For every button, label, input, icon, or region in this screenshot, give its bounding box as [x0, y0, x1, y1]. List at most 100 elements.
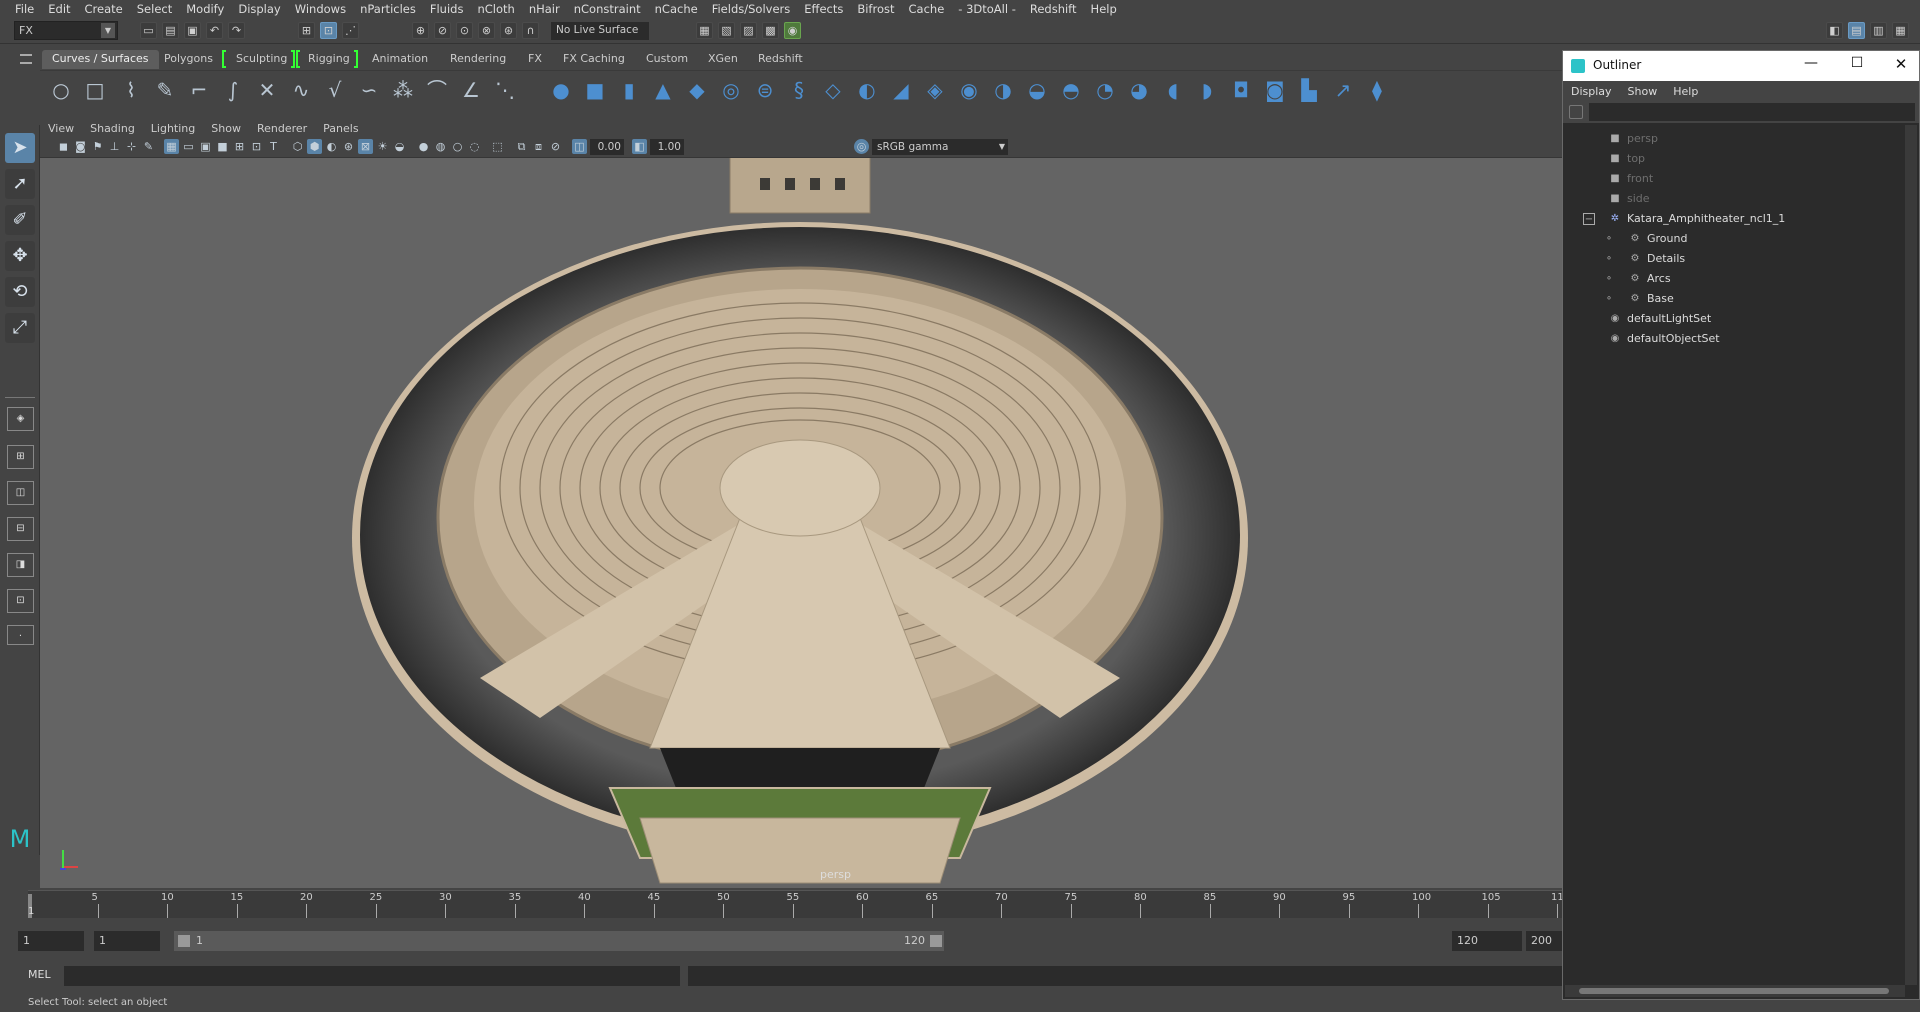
insert-isoparm-icon[interactable]: ◙	[1262, 77, 1288, 103]
gate-mask-icon[interactable]: ■	[215, 139, 230, 154]
select-hierarchy-icon[interactable]: ⊞	[298, 22, 315, 39]
shadows-icon[interactable]: ◒	[392, 139, 407, 154]
close-icon[interactable]: ✕	[1891, 55, 1911, 75]
outliner-vertical-scrollbar[interactable]	[1905, 125, 1917, 985]
square-surface-icon[interactable]: ◑	[990, 77, 1016, 103]
select-tool-icon[interactable]: ➤	[5, 133, 35, 163]
detach-curve-icon[interactable]: √	[322, 77, 348, 103]
bezier-curve-icon[interactable]: ⌐	[186, 77, 212, 103]
filter-icon[interactable]	[1569, 105, 1583, 119]
xray-joints-icon[interactable]: ⧈	[531, 139, 546, 154]
multisample-aa-icon[interactable]: ○	[450, 139, 465, 154]
bookmark-icon[interactable]: ⚑	[90, 139, 105, 154]
menu-windows[interactable]: Windows	[288, 2, 353, 16]
tab-animation[interactable]: Animation	[362, 50, 438, 69]
nurbs-torus-icon[interactable]: ◎	[718, 77, 744, 103]
attribute-editor-icon[interactable]: ▦	[1892, 22, 1909, 39]
outliner-item[interactable]: ■ front	[1563, 169, 1903, 189]
nurbs-cylinder-icon[interactable]: ▮	[616, 77, 642, 103]
persp-outliner-layout-icon[interactable]: ⊟	[7, 517, 34, 541]
outliner-menu-display[interactable]: Display	[1563, 85, 1620, 98]
magnet-icon[interactable]: ∩	[522, 22, 539, 39]
time-slider[interactable]: 1 5 10 15 20 25 30 35 40 45 50 55 60 65 70 75 80 85 90 95 1…	[0, 888, 1570, 924]
outliner-item[interactable]: ∘ ⚙ Arcs	[1563, 269, 1903, 289]
extrude-icon[interactable]: ◐	[854, 77, 880, 103]
tab-xgen[interactable]: XGen	[698, 50, 748, 69]
revolve-icon[interactable]: ⊜	[752, 77, 778, 103]
textured-icon[interactable]: ⊠	[358, 139, 373, 154]
menu-cache[interactable]: Cache	[902, 2, 952, 16]
loft-icon[interactable]: §	[786, 77, 812, 103]
hypershade-icon[interactable]: ◉	[784, 22, 801, 39]
boundary-icon[interactable]: ◉	[956, 77, 982, 103]
xray-icon[interactable]: ⧉	[514, 139, 529, 154]
attach-surface-icon[interactable]: ◗	[1194, 77, 1220, 103]
perspective-viewport[interactable]: persp	[40, 158, 1563, 888]
rotate-tool-icon[interactable]: ⟲	[5, 277, 35, 307]
safe-title-icon[interactable]: T	[266, 139, 281, 154]
menu-help[interactable]: Help	[1084, 2, 1124, 16]
minimize-icon[interactable]: —	[1801, 55, 1821, 75]
outliner-item[interactable]: ∘ ⚙ Base	[1563, 289, 1903, 309]
film-gate-icon[interactable]: ▭	[181, 139, 196, 154]
grid-icon[interactable]: ▦	[164, 139, 179, 154]
snap-view-icon[interactable]: ⊗	[478, 22, 495, 39]
snap-point-icon[interactable]: ⊙	[456, 22, 473, 39]
menu-nhair[interactable]: nHair	[522, 2, 567, 16]
outliner-item[interactable]: ■ side	[1563, 189, 1903, 209]
viewport-menu-renderer[interactable]: Renderer	[249, 122, 315, 135]
select-camera-icon[interactable]: ◼	[56, 139, 71, 154]
depth-of-field-icon[interactable]: ◌	[467, 139, 482, 154]
menu-nconstraint[interactable]: nConstraint	[567, 2, 648, 16]
modeling-toolkit-icon[interactable]: ▤	[1848, 22, 1865, 39]
extend-curve-icon[interactable]: ⁂	[390, 77, 416, 103]
menu-redshift[interactable]: Redshift	[1023, 2, 1084, 16]
safe-action-icon[interactable]: ⊡	[249, 139, 264, 154]
range-start-handle[interactable]	[178, 935, 190, 947]
color-management-icon[interactable]: ◎	[854, 139, 869, 154]
nurbs-cone-icon[interactable]: ▲	[650, 77, 676, 103]
intersect-surface-icon[interactable]: ◔	[1092, 77, 1118, 103]
birail-icon[interactable]: ◢	[888, 77, 914, 103]
outliner-item[interactable]: ■ top	[1563, 149, 1903, 169]
camera-attributes-icon[interactable]: ◙	[73, 139, 88, 154]
viewport-menu-shading[interactable]: Shading	[82, 122, 143, 135]
project-curve-icon[interactable]: ◓	[1058, 77, 1084, 103]
trim-tool-icon[interactable]: ◕	[1126, 77, 1152, 103]
four-view-layout-icon[interactable]: ⊞	[7, 445, 34, 469]
save-scene-icon[interactable]: ▣	[184, 22, 201, 39]
sign-in-icon[interactable]: ◧	[1826, 22, 1843, 39]
gamma-field[interactable]: 1.00	[650, 139, 684, 155]
start-time-field[interactable]: 1	[18, 931, 84, 951]
two-view-layout-icon[interactable]: ◫	[7, 481, 34, 505]
2d-pan-zoom-icon[interactable]: ⊹	[124, 139, 139, 154]
outliner-search-input[interactable]	[1589, 103, 1915, 121]
snap-grid-icon[interactable]: ⊕	[412, 22, 429, 39]
tab-fx-caching[interactable]: FX Caching	[553, 50, 635, 69]
select-object-icon[interactable]: ⊡	[320, 22, 337, 39]
bevel-plus-icon[interactable]: ◈	[922, 77, 948, 103]
attach-curve-icon[interactable]: ∿	[288, 77, 314, 103]
script-language-label[interactable]: MEL	[28, 966, 51, 984]
cv-curve-icon[interactable]: ∫	[220, 77, 246, 103]
snap-surface-icon[interactable]: ⊛	[500, 22, 517, 39]
move-tool-icon[interactable]: ✥	[5, 241, 35, 271]
resolution-gate-icon[interactable]: ▣	[198, 139, 213, 154]
menu-set-selector[interactable]: FX ▼	[14, 21, 118, 40]
menu-modify[interactable]: Modify	[179, 2, 231, 16]
lasso-tool-icon[interactable]: ➚	[5, 169, 35, 199]
open-scene-icon[interactable]: ▤	[162, 22, 179, 39]
maximize-icon[interactable]: ☐	[1847, 55, 1867, 75]
use-all-lights-icon[interactable]: ☀	[375, 139, 390, 154]
tab-redshift[interactable]: Redshift	[748, 50, 813, 69]
tab-sculpting[interactable]: Sculpting	[226, 50, 297, 69]
field-chart-icon[interactable]: ⊞	[232, 139, 247, 154]
tab-rigging[interactable]: Rigging	[298, 50, 360, 69]
insert-knot-icon[interactable]: ∽	[356, 77, 382, 103]
end-time-field[interactable]: 200	[1526, 931, 1562, 951]
outliner-item[interactable]: − ✲ Katara_Amphitheater_ncl1_1	[1563, 209, 1903, 229]
layout-options-icon[interactable]: ·	[7, 625, 34, 645]
offset-curve-icon[interactable]: ⌒	[424, 77, 450, 103]
viewport-menu-view[interactable]: View	[40, 122, 82, 135]
menu-fields-solvers[interactable]: Fields/Solvers	[705, 2, 798, 16]
